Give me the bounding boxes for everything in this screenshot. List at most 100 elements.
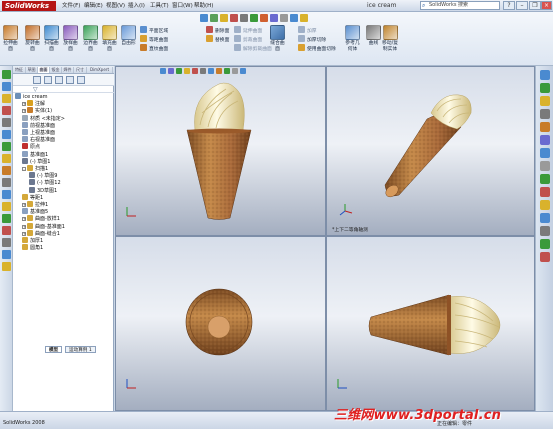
quick-tool-icon[interactable] — [290, 14, 298, 22]
tab-2[interactable]: 曲面 — [38, 67, 50, 73]
tree-expander-icon[interactable]: + — [22, 231, 26, 236]
tree-expander-icon[interactable]: + — [22, 102, 26, 107]
quick-tool-icon[interactable] — [200, 14, 208, 22]
minimize-button[interactable]: – — [516, 1, 528, 10]
sketch-tool-icon[interactable] — [2, 178, 11, 187]
quick-tool-icon[interactable] — [240, 14, 248, 22]
tree-item[interactable]: + 曲面-放样1 — [22, 215, 60, 222]
view-tool-icon[interactable] — [192, 68, 198, 74]
tree-filter[interactable]: ▽ — [13, 86, 114, 93]
menu-item-0[interactable]: 文件(F) — [62, 2, 80, 10]
task-pane-icon[interactable] — [540, 122, 550, 132]
view-tool-icon[interactable] — [216, 68, 222, 74]
view-tool-icon[interactable] — [224, 68, 230, 74]
sketch-tool-icon[interactable] — [2, 190, 11, 199]
tab-3[interactable]: 钣金 — [50, 67, 62, 73]
tree-item[interactable]: + 拉伸1 — [22, 201, 48, 208]
command-button-right-0[interactable]: 参考几 何体 — [345, 25, 360, 52]
restore-button[interactable]: ❐ — [529, 1, 541, 10]
sketch-tool-icon[interactable] — [2, 142, 11, 151]
menu-item-2[interactable]: 视图(V) — [106, 2, 125, 10]
tree-item[interactable]: 加厚1 — [22, 237, 43, 244]
menu-item-5[interactable]: 窗口(W) — [172, 2, 193, 10]
dimxpert-manager-icon[interactable] — [66, 76, 74, 84]
task-pane-icon[interactable] — [540, 109, 550, 119]
tree-expander-icon[interactable]: + — [22, 109, 26, 114]
command-button-right-1[interactable]: 曲线 — [366, 25, 381, 47]
task-pane-icon[interactable] — [540, 148, 550, 158]
task-pane-icon[interactable] — [540, 83, 550, 93]
sketch-tool-icon[interactable] — [2, 94, 11, 103]
task-pane-icon[interactable] — [540, 96, 550, 106]
sketch-tool-icon[interactable] — [2, 214, 11, 223]
sketch-tool-icon[interactable] — [2, 238, 11, 247]
property-manager-icon[interactable] — [44, 76, 52, 84]
quick-tool-icon[interactable] — [230, 14, 238, 22]
menu-item-4[interactable]: 工具(T) — [150, 2, 169, 10]
view-tool-icon[interactable] — [208, 68, 214, 74]
quick-tool-icon[interactable] — [300, 14, 308, 22]
tree-expander-icon[interactable]: - — [22, 167, 26, 171]
task-pane-icon[interactable] — [540, 239, 550, 249]
task-pane-icon[interactable] — [540, 252, 550, 262]
view-tool-icon[interactable] — [200, 68, 206, 74]
view-tool-icon[interactable] — [184, 68, 190, 74]
tree-item[interactable]: (-) 草图12 — [29, 179, 61, 186]
configuration-manager-icon[interactable] — [55, 76, 63, 84]
viewport-right[interactable] — [326, 236, 535, 411]
viewport-top[interactable] — [115, 236, 326, 411]
task-pane-icon[interactable] — [540, 135, 550, 145]
tree-item[interactable]: + 注解 — [22, 100, 45, 107]
sketch-tool-icon[interactable] — [2, 82, 11, 91]
task-pane-icon[interactable] — [540, 174, 550, 184]
command-button-1[interactable]: 旋转曲 面 — [25, 25, 40, 52]
sketch-tool-icon[interactable] — [2, 166, 11, 175]
command-item[interactable]: 替换面 — [206, 35, 229, 45]
command-button-3[interactable]: 放样曲 面 — [63, 25, 78, 52]
tree-item[interactable]: + 曲面-基准面1 — [22, 222, 65, 230]
tree-item[interactable]: 3D草图1 — [29, 186, 57, 194]
sketch-tool-icon[interactable] — [2, 106, 11, 115]
task-pane-icon[interactable] — [540, 70, 550, 80]
command-button-right-2[interactable]: 移动/复 制实体 — [382, 25, 398, 52]
knit-surface-button[interactable]: 缝合曲 面 — [270, 25, 285, 52]
bottom-tab-1[interactable]: 运动算例 1 — [65, 346, 96, 353]
close-button[interactable]: × — [541, 1, 552, 10]
tree-item[interactable]: 基准面1 — [22, 150, 48, 158]
task-pane-icon[interactable] — [540, 200, 550, 210]
tab-5[interactable]: 尺寸 — [74, 67, 87, 73]
sketch-tool-icon[interactable] — [2, 130, 11, 139]
sketch-tool-icon[interactable] — [2, 70, 11, 79]
tab-1[interactable]: 草图 — [26, 67, 38, 73]
command-button-0[interactable]: 拉伸曲 面 — [3, 25, 18, 52]
tree-item[interactable]: ice cream — [15, 93, 48, 100]
command-button-2[interactable]: 扫描曲 面 — [44, 25, 59, 52]
view-tool-icon[interactable] — [168, 68, 174, 74]
command-button-6[interactable]: 自由形 — [121, 25, 136, 47]
sketch-tool-icon[interactable] — [2, 250, 11, 259]
command-item[interactable]: 直纹曲面 — [140, 44, 168, 54]
quick-tool-icon[interactable] — [260, 14, 268, 22]
tree-item[interactable]: 前视基准面 — [22, 121, 55, 129]
view-tool-icon[interactable] — [176, 68, 182, 74]
sketch-tool-icon[interactable] — [2, 226, 11, 235]
view-tool-icon[interactable] — [240, 68, 246, 74]
quick-tool-icon[interactable] — [280, 14, 288, 22]
task-pane-icon[interactable] — [540, 187, 550, 197]
view-tool-icon[interactable] — [160, 68, 166, 74]
quick-tool-icon[interactable] — [220, 14, 228, 22]
sketch-tool-icon[interactable] — [2, 202, 11, 211]
tab-0[interactable]: 特征 — [13, 67, 26, 73]
menu-item-6[interactable]: 帮助(H) — [194, 2, 213, 10]
tree-item[interactable]: (-) 草图1 — [22, 157, 50, 165]
tree-item[interactable]: + 实体(1) — [22, 107, 52, 114]
search-input[interactable]: ⌕ SolidWorks 搜索 — [420, 1, 500, 10]
command-button-4[interactable]: 边界曲 面 — [83, 25, 98, 52]
tree-expander-icon[interactable]: + — [22, 224, 26, 229]
help-icon[interactable]: ? — [503, 1, 515, 10]
command-item[interactable]: 解除剪裁曲面 — [234, 44, 272, 54]
quick-tool-icon[interactable] — [250, 14, 258, 22]
sketch-tool-icon[interactable] — [2, 262, 11, 271]
tree-item[interactable]: 基准面5 — [22, 208, 48, 215]
sketch-tool-icon[interactable] — [2, 154, 11, 163]
